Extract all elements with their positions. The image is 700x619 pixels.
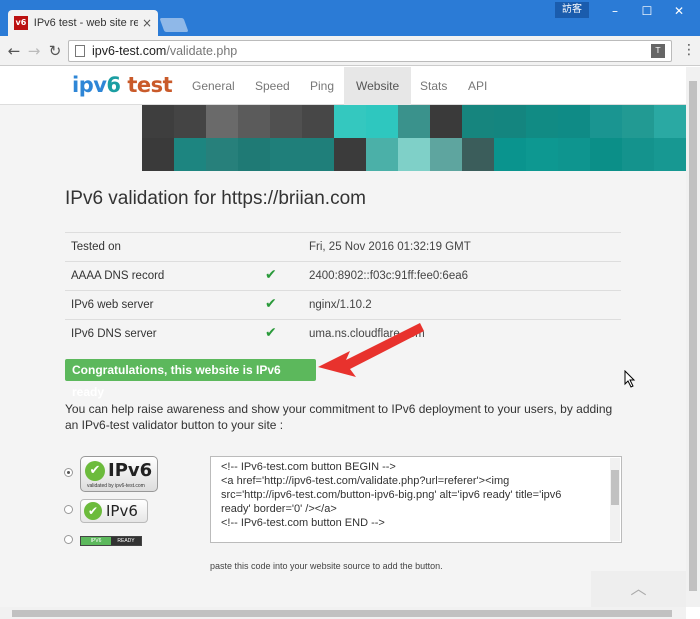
banner-tile xyxy=(526,138,558,171)
kebab-menu-icon[interactable]: ⋮ xyxy=(682,42,696,58)
horizontal-scroll-thumb[interactable] xyxy=(12,610,672,617)
banner-tile xyxy=(302,138,334,171)
close-window-icon[interactable]: ✕ xyxy=(664,2,694,20)
row-label: Tested on xyxy=(71,241,121,253)
browser-toolbar: ← → ↻ ipv6-test.com/validate.php T ⋮ xyxy=(0,36,700,66)
red-arrow-annotation-icon xyxy=(318,323,424,377)
banner-tile xyxy=(366,105,398,138)
banner-tile xyxy=(494,105,526,138)
radio-small-button[interactable] xyxy=(64,535,73,544)
embed-code-textarea[interactable]: <!-- IPv6-test.com button BEGIN --> <a h… xyxy=(210,456,622,543)
banner-tile xyxy=(558,138,590,171)
banner-tile xyxy=(494,138,526,171)
site-favicon-icon: v6 xyxy=(14,16,28,30)
new-tab-button[interactable] xyxy=(159,18,189,32)
banner-tile xyxy=(334,105,366,138)
window-title-bar: v6 IPv6 test - web site reac × 訪客 – ☐ ✕ xyxy=(0,0,700,36)
profile-badge[interactable]: 訪客 xyxy=(555,2,589,18)
banner-tile xyxy=(430,138,462,171)
ipv6-big-button-preview: ✔ IPv6 validated by ipv6-test.com xyxy=(80,456,158,492)
banner-tile xyxy=(334,138,366,171)
paste-note: paste this code into your website source… xyxy=(210,561,443,571)
row-label: AAAA DNS record xyxy=(71,270,165,282)
row-value: 2400:8902::f03c:91ff:fee0:6ea6 xyxy=(309,270,469,282)
maximize-icon[interactable]: ☐ xyxy=(632,2,662,20)
banner-tile xyxy=(270,105,302,138)
translate-icon[interactable]: T xyxy=(651,44,665,58)
banner-tile xyxy=(238,105,270,138)
nav-ping[interactable]: Ping xyxy=(298,67,346,105)
banner-tile xyxy=(622,138,654,171)
banner-tile xyxy=(526,105,558,138)
check-circle-icon: ✔ xyxy=(85,461,105,481)
banner-tile xyxy=(622,105,654,138)
site-navbar: ipv6 test General Speed Ping Website Sta… xyxy=(0,67,686,105)
textarea-scrollbar[interactable] xyxy=(610,458,620,541)
radio-medium-button[interactable] xyxy=(64,505,73,514)
horizontal-scrollbar[interactable] xyxy=(0,607,686,619)
forward-arrow-icon[interactable]: → xyxy=(25,42,43,60)
ipv6-small-button-preview: IPV6 READY xyxy=(80,536,142,546)
address-bar[interactable]: ipv6-test.com/validate.php T xyxy=(68,40,672,62)
banner-tile xyxy=(174,105,206,138)
banner-tile xyxy=(142,105,174,138)
banner-tile xyxy=(398,138,430,171)
result-row: IPv6 web server ✔ nginx/1.10.2 xyxy=(65,290,621,319)
banner-tile xyxy=(206,105,238,138)
banner-tile xyxy=(142,138,174,171)
banner-tile xyxy=(654,138,686,171)
page-info-icon[interactable] xyxy=(75,45,85,57)
banner-tile xyxy=(590,138,622,171)
vertical-scroll-thumb[interactable] xyxy=(689,81,697,591)
browser-tab[interactable]: v6 IPv6 test - web site reac × xyxy=(8,10,158,36)
nav-speed[interactable]: Speed xyxy=(243,67,302,105)
vertical-scrollbar[interactable] xyxy=(686,67,700,607)
nav-stats[interactable]: Stats xyxy=(408,67,459,105)
row-value: Fri, 25 Nov 2016 01:32:19 GMT xyxy=(309,241,471,253)
radio-big-button[interactable] xyxy=(64,468,73,477)
banner-tile xyxy=(174,138,206,171)
banner-tile xyxy=(654,105,686,138)
check-icon: ✔ xyxy=(265,296,277,312)
url-path: /validate.php xyxy=(166,44,238,58)
minimize-icon[interactable]: – xyxy=(600,2,630,20)
ipv6-medium-button-preview: ✔ IPv6 xyxy=(80,499,148,523)
ipv6-ready-badge: Congratulations, this website is IPv6 re… xyxy=(65,359,316,399)
url-text: ipv6-test.com/validate.php xyxy=(92,44,237,58)
banner-tile xyxy=(462,105,494,138)
site-logo[interactable]: ipv6 test xyxy=(72,73,173,97)
banner-tile xyxy=(366,138,398,171)
banner-tile xyxy=(430,105,462,138)
row-label: IPv6 web server xyxy=(71,299,154,311)
result-row: Tested on Fri, 25 Nov 2016 01:32:19 GMT xyxy=(65,232,621,261)
banner-tile xyxy=(302,105,334,138)
tab-title: IPv6 test - web site reac xyxy=(33,17,138,29)
banner-tile xyxy=(238,138,270,171)
banner-tile xyxy=(558,105,590,138)
row-label: IPv6 DNS server xyxy=(71,328,157,340)
mouse-cursor-icon xyxy=(624,370,636,388)
tab-close-icon[interactable]: × xyxy=(142,16,152,30)
nav-website[interactable]: Website xyxy=(344,67,412,105)
banner-tile xyxy=(206,138,238,171)
pixel-banner xyxy=(142,105,686,171)
page-title: IPv6 validation for https://briian.com xyxy=(65,188,366,209)
help-text: You can help raise awareness and show yo… xyxy=(65,402,613,432)
banner-tile xyxy=(270,138,302,171)
page-viewport: ipv6 test General Speed Ping Website Sta… xyxy=(0,67,686,607)
nav-api[interactable]: API xyxy=(456,67,499,105)
check-icon: ✔ xyxy=(265,267,277,283)
result-row: AAAA DNS record ✔ 2400:8902::f03c:91ff:f… xyxy=(65,261,621,290)
check-circle-icon: ✔ xyxy=(84,502,102,520)
reload-icon[interactable]: ↻ xyxy=(46,42,64,60)
nav-general[interactable]: General xyxy=(180,67,247,105)
banner-tile xyxy=(462,138,494,171)
back-to-top-button[interactable]: ︿ xyxy=(591,571,686,607)
check-icon: ✔ xyxy=(265,325,277,341)
banner-tile xyxy=(590,105,622,138)
row-value: nginx/1.10.2 xyxy=(309,299,372,311)
back-arrow-icon[interactable]: ← xyxy=(5,42,23,60)
banner-tile xyxy=(398,105,430,138)
url-host: ipv6-test.com xyxy=(92,44,167,58)
